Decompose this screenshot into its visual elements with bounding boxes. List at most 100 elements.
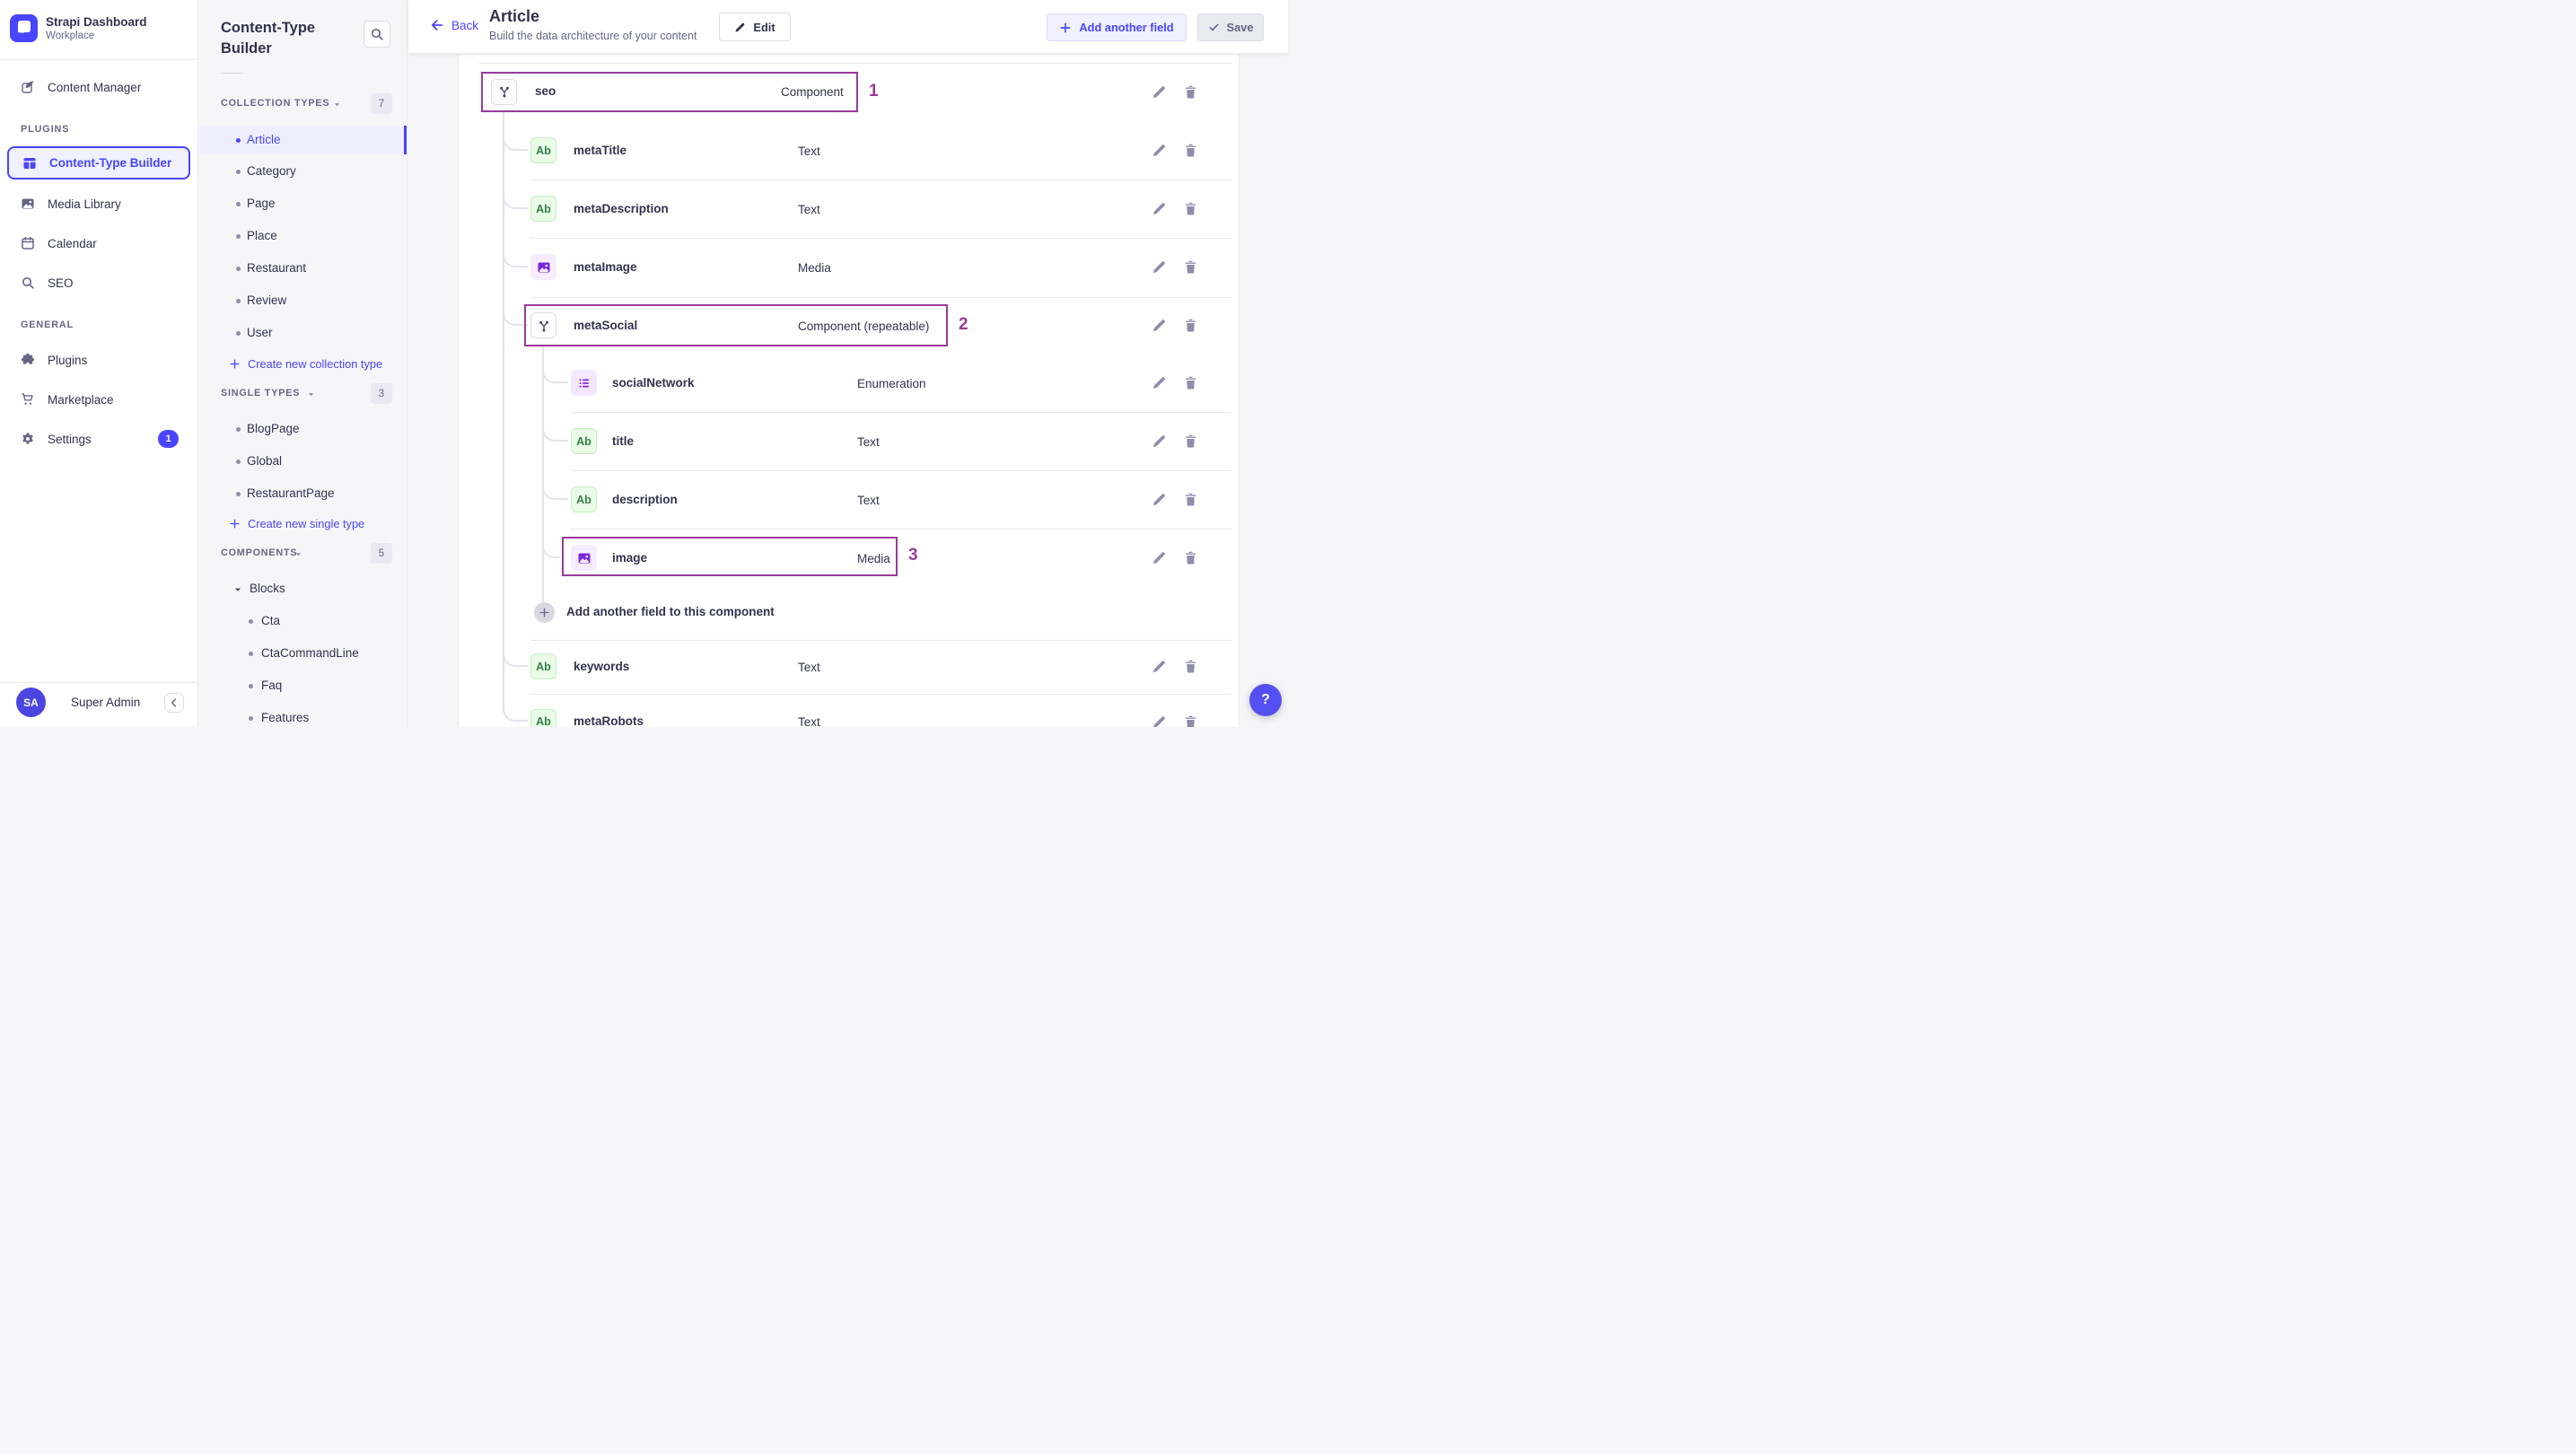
- edit-field-button[interactable]: [1152, 434, 1167, 449]
- row-divider: [571, 529, 1231, 530]
- sidebar-item-content-type-builder[interactable]: Content-Type Builder: [7, 146, 190, 180]
- subnav-item-cta[interactable]: Cta: [199, 607, 407, 635]
- add-another-field-button[interactable]: Add another field: [1047, 13, 1187, 41]
- field-name: metaRobots: [574, 714, 644, 727]
- edit-field-button[interactable]: [1152, 659, 1167, 674]
- text-icon: Ab: [536, 144, 551, 157]
- edit-field-button[interactable]: [1152, 375, 1167, 390]
- field-type: Media: [798, 260, 831, 275]
- trash-icon: [1183, 84, 1198, 100]
- subnav-section-header-components[interactable]: COMPONENTS 5: [199, 543, 407, 565]
- subnav-item-global[interactable]: Global: [199, 447, 407, 476]
- delete-field-button[interactable]: [1183, 201, 1198, 216]
- action-create-new-single-type[interactable]: Create new single type: [229, 514, 364, 532]
- field-row-metarobots: Ab metaRobots Text: [459, 702, 1231, 727]
- edit-field-button[interactable]: [1152, 492, 1167, 507]
- subnav-item-review[interactable]: Review: [199, 286, 407, 315]
- edit-button[interactable]: Edit: [719, 13, 791, 41]
- pencil-icon: [1152, 318, 1167, 333]
- action-create-new-collection-type[interactable]: Create new collection type: [229, 355, 382, 372]
- text-icon: Ab: [536, 202, 551, 215]
- back-link[interactable]: Back: [430, 18, 478, 32]
- edit-field-button[interactable]: [1152, 318, 1167, 333]
- subnav-item-label: BlogPage: [247, 422, 300, 435]
- edit-field-button[interactable]: [1152, 201, 1167, 216]
- bullet-icon: [236, 170, 241, 174]
- fields-list-panel: seo Component 1 Ab metaTitle Text Ab meta…: [458, 55, 1240, 727]
- subnav-item-category[interactable]: Category: [199, 157, 407, 186]
- add-field-label: Add another field: [1079, 21, 1174, 34]
- field-type-icon-box: Ab: [530, 708, 556, 727]
- subnav-item-user[interactable]: User: [199, 319, 407, 347]
- subnav-item-article[interactable]: Article: [199, 126, 407, 154]
- subnav-section-header-collection-types[interactable]: COLLECTION TYPES 7: [199, 93, 407, 115]
- pencil-icon: [1152, 201, 1167, 216]
- sidebar-item-label: Content-Type Builder: [49, 156, 172, 170]
- subnav-item-ctacommandline[interactable]: CtaCommandLine: [199, 639, 407, 668]
- delete-field-button[interactable]: [1183, 84, 1198, 100]
- subnav-item-place[interactable]: Place: [199, 222, 407, 250]
- add-component-field-button[interactable]: [534, 601, 555, 623]
- sidebar-item-media-library[interactable]: Media Library: [7, 187, 190, 221]
- field-type-icon-box: [491, 78, 517, 105]
- search-button[interactable]: [364, 21, 390, 48]
- delete-field-button[interactable]: [1183, 550, 1198, 565]
- text-icon: Ab: [576, 493, 591, 506]
- bullet-icon: [236, 299, 241, 303]
- trash-icon: [1183, 375, 1198, 390]
- subnav-section-header-single-types[interactable]: SINGLE TYPES 3: [199, 383, 407, 405]
- delete-field-button[interactable]: [1183, 492, 1198, 507]
- section-count-badge: 3: [371, 383, 392, 404]
- delete-field-button[interactable]: [1183, 375, 1198, 390]
- field-name: metaDescription: [574, 201, 669, 215]
- subnav-group-blocks[interactable]: Blocks: [199, 578, 407, 600]
- delete-field-button[interactable]: [1183, 143, 1198, 158]
- sidebar-item-calendar[interactable]: Calendar: [7, 226, 190, 260]
- edit-field-button[interactable]: [1152, 259, 1167, 275]
- edit-field-button[interactable]: [1152, 714, 1167, 727]
- avatar[interactable]: SA: [16, 688, 46, 717]
- field-type-icon-box: Ab: [571, 428, 597, 454]
- subnav-item-restaurant[interactable]: Restaurant: [199, 254, 407, 283]
- subnav-item-page[interactable]: Page: [199, 189, 407, 218]
- collapse-sidebar-button[interactable]: [164, 693, 184, 713]
- subnav-item-restaurantpage[interactable]: RestaurantPage: [199, 479, 407, 508]
- field-type-icon-box: Ab: [530, 137, 556, 163]
- media-icon: [577, 551, 591, 565]
- notification-badge: 1: [158, 430, 179, 448]
- subnav-item-blogpage[interactable]: BlogPage: [199, 415, 407, 443]
- field-row-metatitle: Ab metaTitle Text: [459, 131, 1231, 171]
- trash-icon: [1183, 259, 1198, 275]
- edit-field-button[interactable]: [1152, 84, 1167, 100]
- trash-icon: [1183, 492, 1198, 507]
- sidebar-item-label: Plugins: [48, 353, 88, 367]
- save-button[interactable]: Save: [1197, 13, 1264, 41]
- sidebar-item-settings[interactable]: Settings 1: [7, 422, 190, 456]
- field-name: metaTitle: [574, 143, 627, 157]
- field-row-title: Ab title Text: [459, 422, 1231, 461]
- field-row-keywords: Ab keywords Text: [459, 647, 1231, 687]
- delete-field-button[interactable]: [1183, 714, 1198, 727]
- subnav-item-faq[interactable]: Faq: [199, 671, 407, 700]
- text-icon: Ab: [576, 434, 591, 448]
- delete-field-button[interactable]: [1183, 259, 1198, 275]
- delete-field-button[interactable]: [1183, 659, 1198, 674]
- delete-field-button[interactable]: [1183, 434, 1198, 449]
- divider: [0, 682, 197, 683]
- help-button[interactable]: ?: [1249, 684, 1282, 716]
- active-indicator: [404, 126, 407, 154]
- edit-field-button[interactable]: [1152, 550, 1167, 565]
- sidebar-item-marketplace[interactable]: Marketplace: [7, 382, 190, 416]
- sidebar-item-label: Marketplace: [48, 392, 114, 407]
- edit-field-button[interactable]: [1152, 143, 1167, 158]
- field-row-metaimage: metaImage Media: [459, 248, 1231, 287]
- delete-field-button[interactable]: [1183, 318, 1198, 333]
- sidebar-item-plugins[interactable]: Plugins: [7, 343, 190, 377]
- subnav-item-features[interactable]: Features: [199, 704, 407, 732]
- sidebar-section-label: PLUGINS: [21, 124, 70, 135]
- sidebar-item-seo[interactable]: SEO: [7, 266, 190, 300]
- back-label: Back: [451, 18, 479, 32]
- search-icon: [370, 27, 384, 41]
- sidebar-item-content-manager[interactable]: Content Manager: [7, 70, 190, 104]
- add-component-field-label[interactable]: Add another field to this component: [566, 605, 775, 618]
